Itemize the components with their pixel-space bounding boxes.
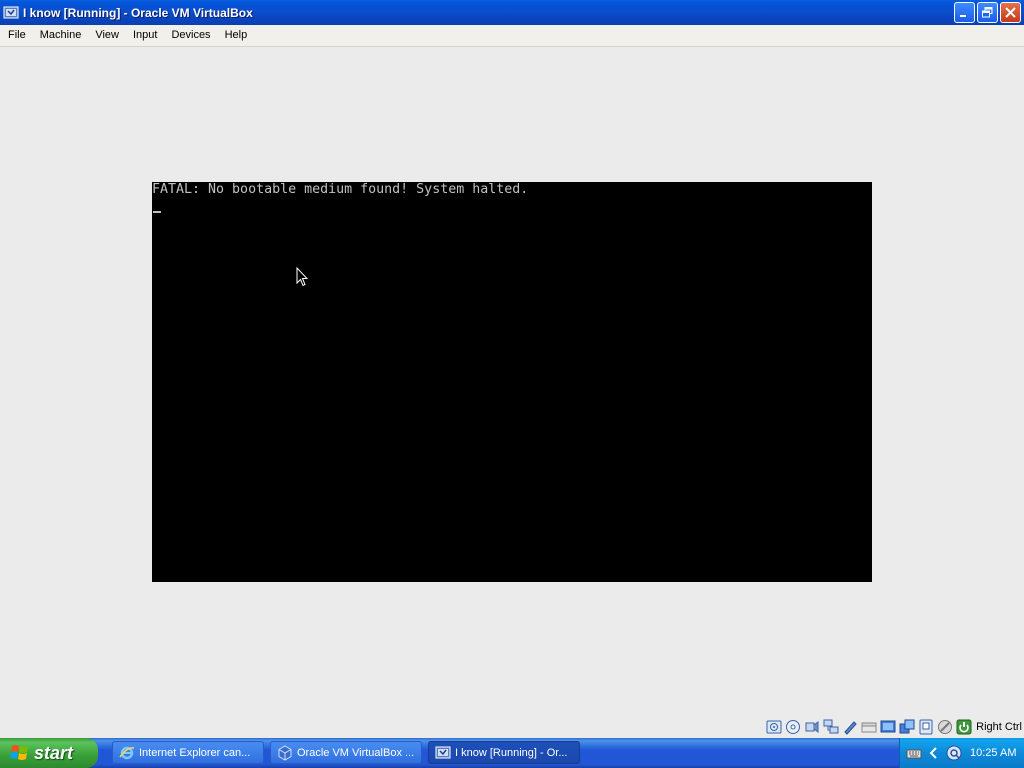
cpu-icon[interactable] [956,719,972,735]
shared-folders-icon[interactable] [842,719,858,735]
windows-logo-icon [10,745,28,760]
restore-icon [982,7,993,18]
audio-icon[interactable] [804,719,820,735]
ie-icon [119,746,135,759]
start-label: start [34,742,74,763]
console-message: FATAL: No bootable medium found! System … [152,182,529,197]
video-capture-icon[interactable] [899,719,915,735]
network-icon[interactable] [823,719,839,735]
menu-bar: File Machine View Input Devices Help [0,25,1024,47]
taskbar-item-vm-running[interactable]: I know [Running] - Or... [428,741,580,764]
close-icon [1005,7,1016,18]
mouse-pointer-icon [296,267,308,287]
minimize-icon [960,15,966,17]
mouse-integration-icon[interactable] [937,719,953,735]
vm-display-area[interactable]: FATAL: No bootable medium found! System … [0,47,1024,716]
restore-button[interactable] [977,2,998,23]
optical-drive-icon[interactable] [785,719,801,735]
menu-input[interactable]: Input [126,25,164,46]
virtualbox-icon [278,744,292,761]
menu-machine[interactable]: Machine [33,25,89,46]
minimize-button[interactable] [954,2,975,23]
display-icon[interactable] [880,719,896,735]
system-tray: 10:25 AM [899,738,1024,768]
clock[interactable]: 10:25 AM [970,747,1016,759]
virtualbox-vm-icon [435,746,451,758]
start-button[interactable]: start [0,738,98,768]
taskbar-item-label: Oracle VM VirtualBox ... [297,746,415,759]
status-bar: Right Ctrl [0,716,1024,738]
text-cursor [153,211,161,213]
taskbar: start Internet Explorer can... Oracle VM… [0,738,1024,768]
menu-help[interactable]: Help [218,25,255,46]
window-title: I know [Running] - Oracle VM VirtualBox [23,5,253,20]
close-button[interactable] [1000,2,1021,23]
taskbar-item-internet-explorer[interactable]: Internet Explorer can... [112,741,264,764]
keyboard-icon[interactable] [906,745,922,761]
vm-screen[interactable]: FATAL: No bootable medium found! System … [152,182,872,582]
menu-view[interactable]: View [88,25,126,46]
virtualbox-app-icon[interactable] [3,5,19,21]
usb-icon[interactable] [861,719,877,735]
taskbar-item-label: I know [Running] - Or... [455,746,568,759]
taskbar-item-virtualbox-manager[interactable]: Oracle VM VirtualBox ... [270,741,422,764]
chevron-left-icon[interactable] [926,745,942,761]
hard-disk-icon[interactable] [766,719,782,735]
host-key-label: Right Ctrl [976,721,1022,733]
title-bar[interactable]: I know [Running] - Oracle VM VirtualBox [0,0,1024,25]
menu-devices[interactable]: Devices [164,25,217,46]
quicktime-icon[interactable] [946,745,962,761]
menu-file[interactable]: File [0,25,33,46]
virtualization-icon[interactable] [918,719,934,735]
taskbar-item-label: Internet Explorer can... [139,746,251,759]
